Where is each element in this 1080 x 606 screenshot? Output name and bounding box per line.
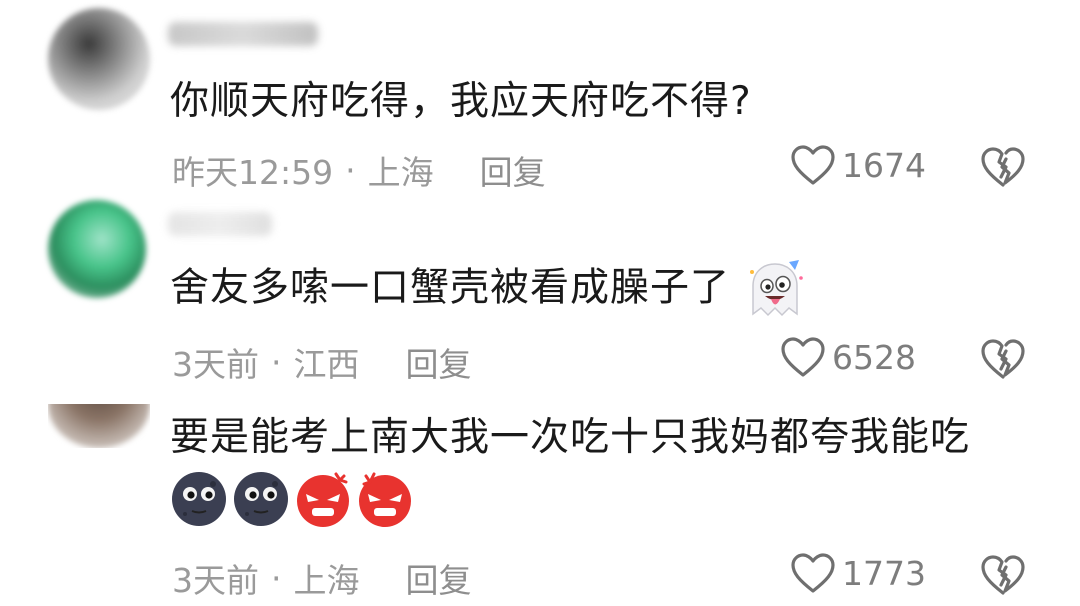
comment-time: 3天前 <box>172 345 259 384</box>
like-button[interactable]: 1773 <box>790 552 926 594</box>
heart-outline-icon <box>781 337 825 377</box>
meta-separator: · <box>271 558 282 598</box>
avatar[interactable] <box>48 404 150 448</box>
broken-heart-icon[interactable] <box>980 338 1026 380</box>
avatar[interactable] <box>48 8 150 110</box>
comment-location: 江西 <box>293 345 360 384</box>
comment-meta: 昨天12:59 · 上海 回复 <box>172 146 546 194</box>
like-button[interactable]: 1674 <box>790 144 926 186</box>
heart-outline-icon <box>791 145 835 185</box>
like-count: 1674 <box>842 145 926 185</box>
like-button[interactable]: 6528 <box>780 336 916 378</box>
reply-button[interactable]: 回复 <box>406 338 472 386</box>
reply-button[interactable]: 回复 <box>480 146 546 194</box>
dark-moon-emoji <box>234 472 288 526</box>
comment-meta: 3天前 · 上海 回复 <box>172 554 472 602</box>
comment-text: 你顺天府吃得，我应天府吃不得? <box>170 79 752 124</box>
comment-text-content: 舍友多嗦一口蟹壳被看成臊子了 <box>170 265 731 311</box>
like-count: 1773 <box>842 553 926 593</box>
comment-text: 要是能考上南大我一次吃十只我妈都夸我能吃 <box>170 415 971 460</box>
angry-red-emoji <box>297 472 349 527</box>
comment-meta: 3天前 · 江西 回复 <box>172 338 472 386</box>
ghost-tongue-emoji <box>750 260 804 317</box>
angry-red-emoji <box>359 472 411 527</box>
comment-text: 舍友多嗦一口蟹壳被看成臊子了 <box>170 258 807 322</box>
meta-separator: · <box>345 150 356 190</box>
username-blurred[interactable] <box>168 22 318 46</box>
comment-time: 3天前 <box>172 561 259 600</box>
dark-moon-emoji <box>172 472 226 526</box>
heart-outline-icon <box>791 553 835 593</box>
broken-heart-icon[interactable] <box>980 554 1026 596</box>
comment-location: 上海 <box>293 561 360 600</box>
meta-separator: · <box>271 342 282 382</box>
like-count: 6528 <box>832 337 916 377</box>
reply-button[interactable]: 回复 <box>406 554 472 602</box>
avatar[interactable] <box>48 200 146 298</box>
comment-location: 上海 <box>367 153 434 192</box>
username-blurred[interactable] <box>168 212 272 236</box>
emoji-row <box>170 470 414 528</box>
comment-time: 昨天12:59 <box>172 153 334 192</box>
broken-heart-icon[interactable] <box>980 146 1026 188</box>
